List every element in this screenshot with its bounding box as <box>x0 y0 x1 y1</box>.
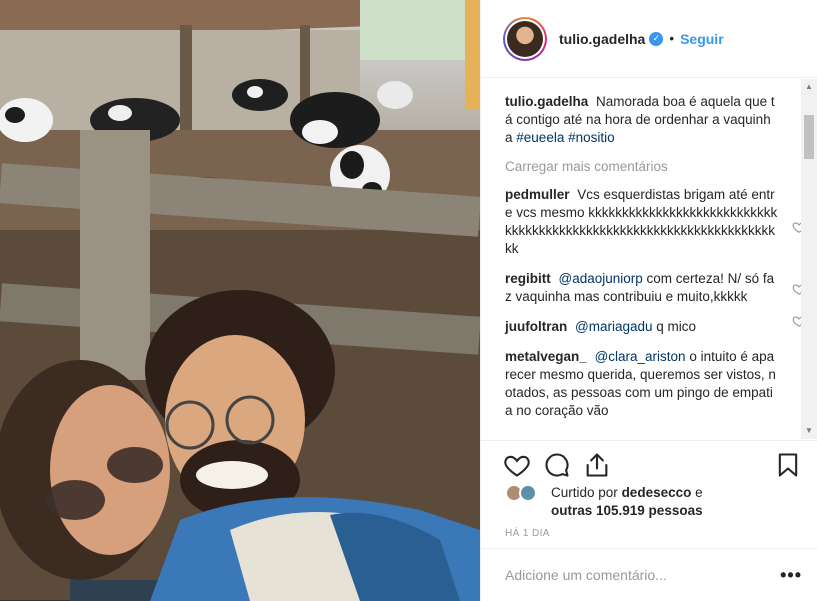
post-photo[interactable] <box>0 0 480 601</box>
hashtag-link[interactable]: #nositio <box>568 130 615 145</box>
comments-scrollbar[interactable]: ▲ ▼ <box>801 79 817 439</box>
comment-item: juufoltran @mariagadu q mico <box>505 316 806 336</box>
likes-text: Curtido por dedesecco e outras 105.919 p… <box>551 484 703 520</box>
scroll-down-icon[interactable]: ▼ <box>804 426 814 436</box>
comment-author[interactable]: metalvegan_ <box>505 349 587 364</box>
header-username[interactable]: tulio.gadelha <box>559 31 645 47</box>
likes-summary: Curtido por dedesecco e outras 105.919 p… <box>505 484 703 520</box>
follow-button[interactable]: Seguir <box>680 31 724 47</box>
header-separator: • <box>669 31 675 46</box>
comment-item: metalvegan_ @clara_ariston o intuito é a… <box>505 348 778 420</box>
comments-list[interactable]: tulio.gadelha Namorada boa é aquela que … <box>481 79 817 439</box>
caption: tulio.gadelha Namorada boa é aquela que … <box>505 93 778 147</box>
likes-prefix: Curtido por <box>551 485 618 500</box>
profile-avatar[interactable] <box>503 16 547 61</box>
avatar-image <box>507 20 543 57</box>
post-details-panel: tulio.gadelha ✓ • Seguir tulio.gadelha N… <box>480 0 817 601</box>
post-timestamp[interactable]: HÁ 1 DIA <box>505 528 550 539</box>
comment-author[interactable]: juufoltran <box>505 319 567 334</box>
heart-icon[interactable] <box>503 451 531 479</box>
post-header: tulio.gadelha ✓ • Seguir <box>481 0 817 78</box>
comment-mention[interactable]: @adaojuniorp <box>559 271 643 286</box>
comment-text: q mico <box>656 319 697 334</box>
comment-mention[interactable]: @clara_ariston <box>595 349 686 364</box>
bookmark-icon[interactable] <box>774 451 802 479</box>
photo-illustration <box>0 0 480 601</box>
liker-username[interactable]: dedesecco <box>622 485 692 500</box>
comment-icon[interactable] <box>543 451 571 479</box>
verified-badge-icon: ✓ <box>649 31 664 46</box>
action-bar <box>481 440 817 488</box>
more-options-icon[interactable]: ••• <box>780 565 802 586</box>
liker-avatars[interactable] <box>505 484 543 504</box>
scroll-up-icon[interactable]: ▲ <box>804 82 814 92</box>
add-comment-input[interactable]: Adicione um comentário... <box>505 567 780 583</box>
comment-author[interactable]: pedmuller <box>505 187 570 202</box>
comment-author[interactable]: regibitt <box>505 271 551 286</box>
likes-connector: e <box>695 485 703 500</box>
scroll-thumb[interactable] <box>804 115 814 159</box>
add-comment-bar: Adicione um comentário... ••• <box>481 548 817 601</box>
load-more-comments-button[interactable]: Carregar mais comentários <box>505 159 778 174</box>
comment-mention[interactable]: @mariagadu <box>575 319 653 334</box>
comment-item: pedmuller Vcs esquerdistas brigam até en… <box>505 186 806 258</box>
comment-item: regibitt @adaojuniorp com certeza! N/ só… <box>505 270 806 306</box>
liker-avatar <box>519 484 537 502</box>
likes-others-count[interactable]: outras 105.919 pessoas <box>551 503 703 518</box>
hashtag-link[interactable]: #eueela <box>516 130 564 145</box>
share-icon[interactable] <box>583 451 611 479</box>
caption-author[interactable]: tulio.gadelha <box>505 94 588 109</box>
